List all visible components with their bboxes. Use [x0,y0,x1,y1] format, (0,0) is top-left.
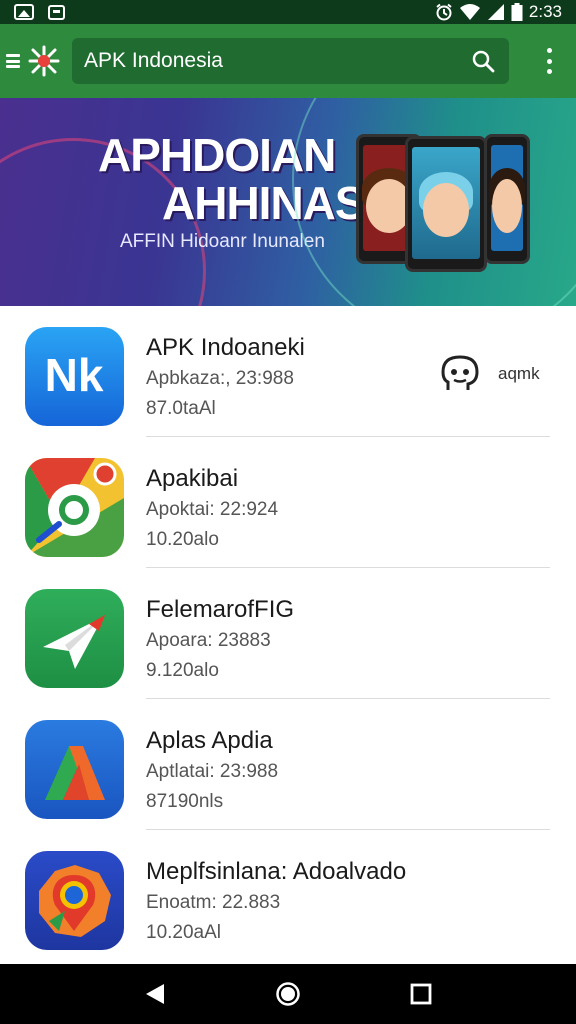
app-list: Nk APK Indoaneki Apbkaza:, 23:988 87.0ta… [0,306,576,964]
app-size: 10.20aAl [146,922,222,943]
message-icon [48,4,65,20]
app-size: 87.0taAl [146,398,216,419]
app-icon-paper-plane[interactable] [25,589,124,688]
banner-subtitle: AFFIN Hidoanr Inunalen [120,231,325,252]
menu-icon[interactable] [6,54,20,68]
status-time: 2:33 [528,2,562,21]
row-action-label[interactable]: aqmk [498,364,540,384]
svg-text:Nk: Nk [45,349,104,401]
promo-banner[interactable]: APHDOIAN AHHINAS AFFIN Hidoanr Inunalen [0,98,576,306]
home-icon[interactable] [275,981,301,1007]
back-icon[interactable] [144,982,166,1006]
list-item[interactable]: Aplas Apdia Aptlatai: 23:988 87190nls [0,699,576,830]
app-icon-maps-pin[interactable] [25,851,124,950]
phone-illustration-center [405,136,487,272]
banner-title-line1: APHDOIAN [98,129,336,181]
app-size: 10.20alo [146,529,219,550]
app-name[interactable]: Apakibai [146,465,238,493]
list-item[interactable]: Meplfsinlana: Adoalvado Enoatm: 22.883 1… [0,830,576,961]
overflow-menu-icon[interactable] [546,48,552,74]
phone-illustration-right [484,134,530,264]
list-item[interactable]: FelemarofFIG Apoara: 23883 9.120alo [0,568,576,699]
app-name[interactable]: APK Indoaneki [146,334,305,362]
app-size: 87190nls [146,791,224,812]
app-name[interactable]: Aplas Apdia [146,727,273,755]
app-logo[interactable] [24,41,64,81]
wifi-icon [459,4,480,20]
banner-title-line2: AHHINAS [162,177,366,229]
app-meta: Apoktai: 22:924 [146,499,279,520]
app-icon-chrome-like[interactable] [25,458,124,557]
search-query[interactable]: APK Indonesia [84,49,223,73]
recents-icon[interactable] [410,983,432,1005]
list-item[interactable]: Nk APK Indoaneki Apbkaza:, 23:988 87.0ta… [0,306,576,437]
app-icon-triangle[interactable] [25,720,124,819]
app-name[interactable]: FelemarofFIG [146,596,294,624]
system-nav-bar [0,964,576,1024]
app-bar: APK Indonesia [0,24,576,98]
app-size: 9.120alo [146,660,219,681]
alarm-icon [436,3,452,21]
phone-illustration-left [356,134,422,264]
app-name[interactable]: Meplfsinlana: Adoalvado [146,858,406,886]
app-meta: Apbkaza:, 23:988 [146,368,294,389]
row-action[interactable]: aqmk [440,352,540,396]
signal-icon [487,4,504,20]
list-item[interactable]: Apakibai Apoktai: 22:924 10.20alo [0,437,576,568]
gallery-icon [14,4,34,20]
app-meta: Apoara: 23883 [146,630,271,651]
app-icon-nk[interactable]: Nk [25,327,124,426]
face-id-icon[interactable] [440,352,480,396]
app-meta: Aptlatai: 23:988 [146,761,279,782]
search-bar[interactable]: APK Indonesia [72,38,509,84]
search-icon[interactable] [471,49,495,73]
status-bar: 2:33 [0,0,576,24]
battery-icon [511,3,523,21]
app-meta: Enoatm: 22.883 [146,892,281,913]
